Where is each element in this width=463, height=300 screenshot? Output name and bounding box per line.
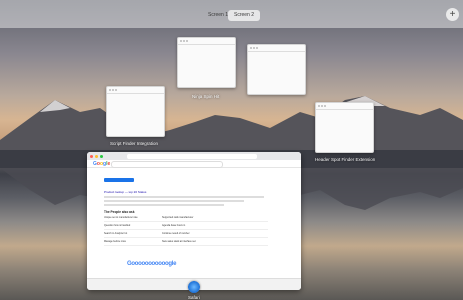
result-title[interactable]: Product lookup — top 20 Status [104,190,146,194]
window-label-2: Script Finder Integration [110,141,159,146]
window-thumbnail-2[interactable] [247,44,306,95]
browser-window[interactable]: Google Product lookup — top 20 Status Th… [87,152,301,290]
window-label-1: Ninja Spin Hit [192,94,220,99]
spaces-bar: Screen 1 Screen 2 + [0,0,463,28]
google-logo: Google [93,161,111,167]
minimize-icon[interactable] [95,154,98,158]
add-space-button[interactable]: + [446,8,459,21]
app-label: Safari [188,295,200,300]
result-snippet-line [104,196,264,198]
blue-chip [104,178,134,182]
zoom-icon[interactable] [100,154,103,158]
paa-item[interactable]: New sales stack at interface set [162,240,268,246]
browser-titlebar [87,152,301,160]
search-input[interactable] [111,161,223,168]
window-thumbnail-1[interactable] [177,37,236,88]
section-title: The People also ask [104,210,135,214]
safari-icon[interactable] [188,281,200,293]
pager[interactable]: Gooooooooooogle [127,261,176,267]
close-icon[interactable] [90,154,93,158]
paa-item[interactable]: Continue result of number [162,232,268,238]
search-header: Google [87,160,301,168]
window-thumbnail-3[interactable] [106,86,165,137]
result-snippet-line [104,200,244,202]
address-bar[interactable] [127,153,257,159]
mission-control-desktop: Screen 1 Screen 2 + Ninja Spin Hit Scrip… [0,0,463,300]
window-label-3: Header Spot Finder Extension [315,157,376,162]
paa-item[interactable]: Agenda base hours in [162,224,268,230]
paa-item[interactable]: Supported nails manufacturer [162,216,268,222]
window-thumbnail-4[interactable] [315,102,374,153]
space-tab-2[interactable]: Screen 2 [228,10,261,21]
result-snippet-line [104,204,224,206]
